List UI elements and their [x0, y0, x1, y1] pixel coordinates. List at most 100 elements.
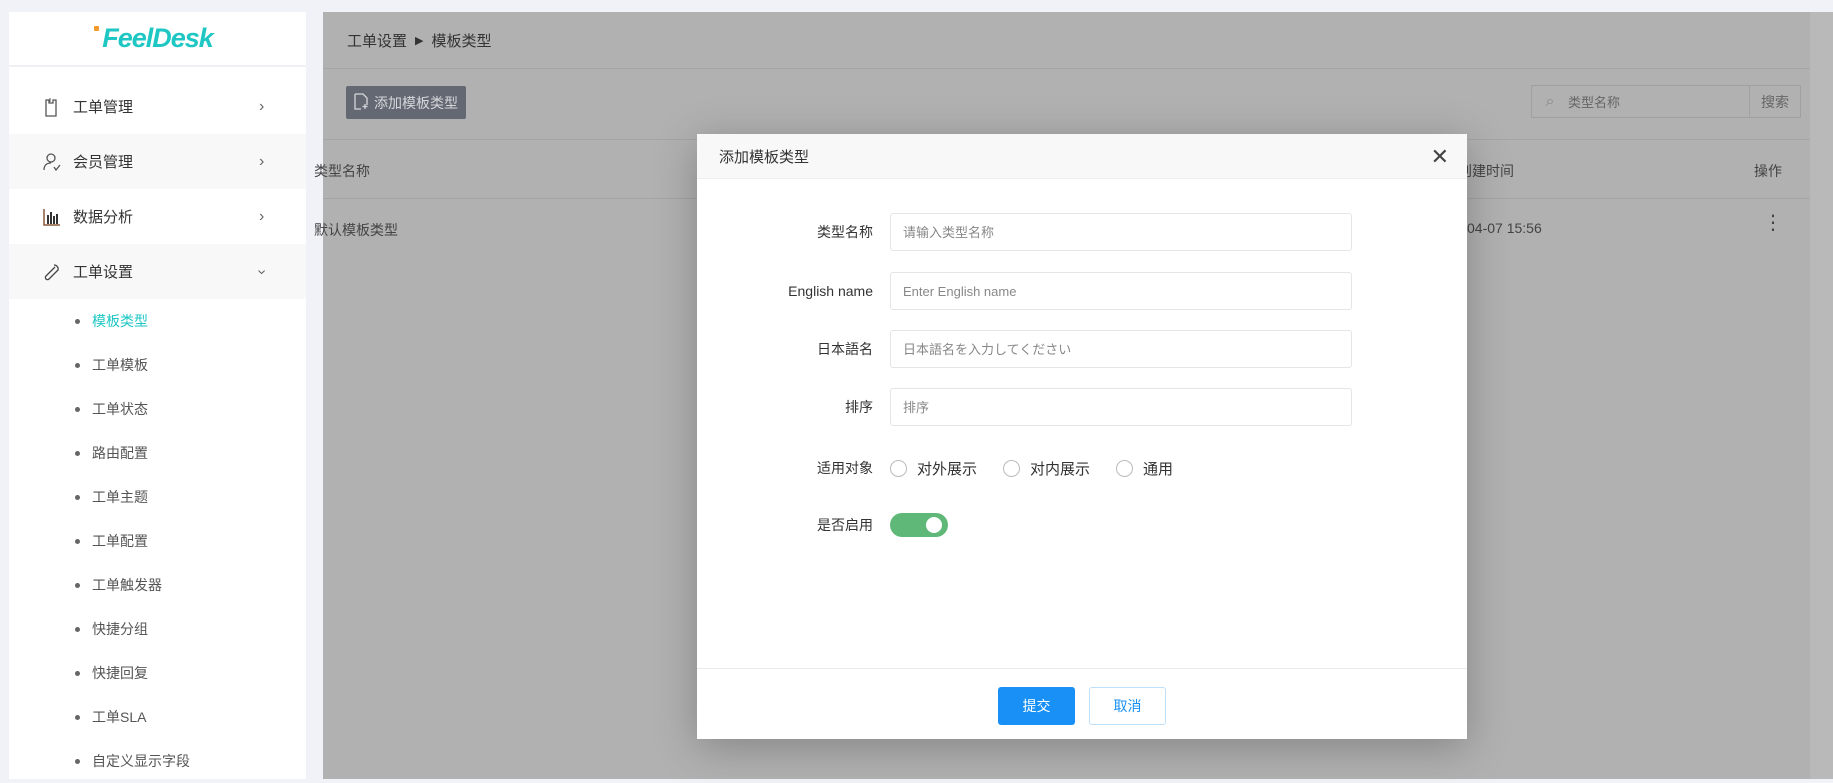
sidebar-subitem[interactable]: 快捷回复	[9, 651, 306, 695]
dialog-title: 添加模板类型	[719, 148, 810, 166]
bullet-icon	[75, 582, 80, 588]
sidebar-item-ticket-settings[interactable]: 工单设置 ›	[9, 244, 306, 299]
search-button[interactable]: 搜索	[1749, 86, 1800, 117]
radio-internal[interactable]: 对内展示	[1003, 458, 1090, 479]
submenu: 模板类型工单模板工单状态路由配置工单主题工单配置工单触发器快捷分组快捷回复 工单S…	[9, 299, 306, 783]
submit-button[interactable]: 提交	[998, 687, 1075, 725]
english-name-input[interactable]	[890, 272, 1352, 310]
sidebar-subitem[interactable]: 快捷分组	[9, 607, 306, 651]
scrollbar[interactable]	[1810, 12, 1833, 779]
bullet-icon	[75, 362, 80, 368]
sidebar-subitem[interactable]: 路由配置	[9, 431, 306, 475]
feeldesk-logo[interactable]: FeelDesk	[9, 12, 306, 67]
sidebar-subitem-label: 工单状态	[92, 401, 148, 417]
dialog-header: 添加模板类型 ✕	[697, 134, 1467, 179]
search-input[interactable]: 类型名称	[1568, 92, 1620, 111]
sidebar-subitem-label: 工单触发器	[92, 577, 162, 593]
audience-radio-group: 对外展示 对内展示 通用	[890, 458, 1199, 479]
sidebar-subitem-label: 自定义显示字段	[92, 753, 190, 769]
sidebar-subitem[interactable]: 工单SLA	[9, 695, 306, 739]
caret-right-icon: ▶	[415, 34, 424, 47]
chevron-right-icon: ›	[259, 152, 265, 170]
field-label: 适用对象	[817, 460, 873, 476]
field-type-name: 类型名称	[697, 213, 1467, 251]
sidebar-item-ticket-management[interactable]: 工单管理 ›	[9, 79, 306, 134]
toggle-knob	[926, 517, 942, 533]
bullet-icon	[75, 406, 80, 412]
users-icon	[42, 152, 62, 172]
wrench-icon	[42, 262, 62, 282]
field-japanese-name: 日本語名	[697, 330, 1467, 368]
sidebar-menu: 工单管理 › 会员管理 › 数据分析 › 工单设置 › 模板类型工单模板工单状态…	[9, 79, 306, 783]
sidebar-subitem-label: 模板类型	[92, 313, 148, 329]
sidebar-subitem[interactable]: 工单模板	[9, 343, 306, 387]
sidebar-subitem[interactable]: 自定义显示字段	[9, 739, 306, 783]
dialog-footer: 提交 取消	[697, 668, 1467, 739]
close-icon[interactable]: ✕	[1431, 144, 1449, 170]
sidebar-item-label: 数据分析	[73, 209, 134, 226]
chevron-right-icon: ›	[259, 207, 265, 225]
column-header-name: 类型名称	[314, 163, 370, 179]
more-actions-icon[interactable]: ⋮	[1763, 213, 1783, 233]
column-header-actions: 操作	[1754, 163, 1782, 179]
sidebar-subitem-label: 工单主题	[92, 489, 148, 505]
radio-external[interactable]: 对外展示	[890, 458, 977, 479]
radio-label: 对外展示	[917, 460, 978, 478]
radio-circle	[1116, 459, 1134, 477]
field-label: English name	[788, 283, 873, 299]
search-icon: ⌕	[1545, 92, 1555, 110]
search-box: ⌕ 类型名称 搜索	[1531, 85, 1801, 118]
sidebar-item-label: 会员管理	[73, 154, 134, 171]
field-english-name: English name	[697, 272, 1467, 310]
field-label: 是否启用	[817, 517, 873, 533]
japanese-name-input[interactable]	[890, 330, 1352, 368]
bullet-icon	[75, 494, 80, 500]
bullet-icon	[75, 450, 80, 456]
sidebar-subitem-label: 快捷分组	[92, 621, 148, 637]
sidebar-subitem[interactable]: 工单状态	[9, 387, 306, 431]
bullet-icon	[75, 626, 80, 632]
field-label: 类型名称	[817, 224, 873, 240]
field-audience: 适用对象 对外展示 对内展示 通用	[697, 449, 1467, 487]
sidebar-item-member-management[interactable]: 会员管理 ›	[9, 134, 306, 189]
bullet-icon	[75, 538, 80, 544]
sort-input[interactable]	[890, 388, 1352, 426]
radio-general[interactable]: 通用	[1116, 458, 1173, 479]
radio-circle	[890, 459, 907, 477]
field-label: 排序	[845, 399, 873, 415]
cell-created: 04-07 15:56	[1467, 220, 1542, 236]
enabled-toggle[interactable]	[890, 513, 948, 537]
bullet-icon	[75, 318, 80, 324]
add-template-type-button[interactable]: 添加模板类型	[346, 86, 466, 119]
bullet-icon	[75, 670, 80, 676]
sidebar-subitem[interactable]: 工单主题	[9, 475, 306, 519]
clipboard-icon	[42, 97, 62, 117]
cancel-button[interactable]: 取消	[1089, 687, 1166, 725]
breadcrumb-parent[interactable]: 工单设置	[347, 30, 407, 51]
add-template-type-dialog: 添加模板类型 ✕ 类型名称 English name 日本語名 排序 适用对象 …	[697, 134, 1467, 739]
sidebar-item-label: 工单设置	[73, 264, 134, 281]
sidebar: FeelDesk 工单管理 › 会员管理 › 数据分析 › 工单设置 › 模板类…	[9, 12, 306, 779]
bar-chart-icon	[42, 207, 62, 227]
radio-label: 对内展示	[1030, 460, 1091, 478]
radio-label: 通用	[1143, 460, 1174, 478]
type-name-input[interactable]	[890, 213, 1352, 251]
sidebar-item-label: 工单管理	[73, 99, 134, 116]
sidebar-subitem[interactable]: 工单配置	[9, 519, 306, 563]
chevron-right-icon: ›	[259, 97, 265, 115]
chevron-down-icon: ›	[253, 268, 271, 275]
sidebar-subitem[interactable]: 模板类型	[9, 299, 306, 343]
breadcrumb: 工单设置 ▶ 模板类型	[323, 12, 1810, 69]
sidebar-subitem-label: 路由配置	[92, 445, 148, 461]
breadcrumb-current: 模板类型	[431, 32, 492, 50]
field-label: 日本語名	[817, 341, 873, 357]
field-sort: 排序	[697, 388, 1467, 426]
sidebar-subitem[interactable]: 工单触发器	[9, 563, 306, 607]
add-file-icon	[354, 92, 368, 113]
logo-text: FeelDesk	[102, 23, 214, 53]
toolbar: 添加模板类型 ⌕ 类型名称 搜索	[323, 69, 1810, 140]
sidebar-subitem-label: 工单模板	[92, 357, 148, 373]
cell-name: 默认模板类型	[314, 222, 398, 238]
sidebar-item-data-analysis[interactable]: 数据分析 ›	[9, 189, 306, 244]
bullet-icon	[75, 714, 80, 720]
